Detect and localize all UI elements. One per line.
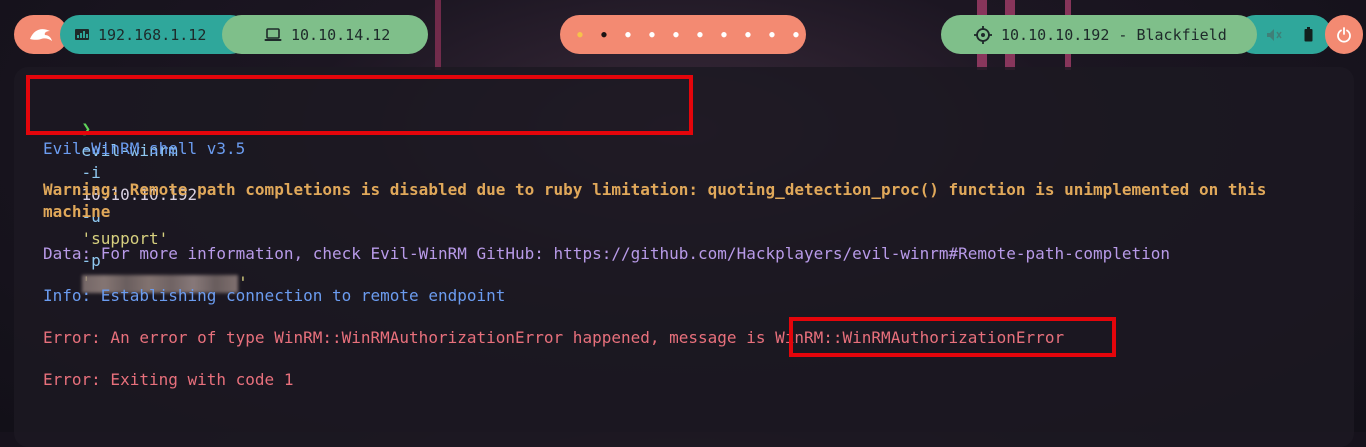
exit-error-line: Error: Exiting with code 1 [43,370,294,389]
local-ip-label: 192.168.1.12 [98,25,207,44]
workspace-dot[interactable]: ● [640,30,664,40]
warning-line: Warning: Remote path completions is disa… [43,180,1267,199]
data-line: Data: For more information, check Evil-W… [43,244,1171,263]
workspace-dot[interactable]: ● [568,30,592,40]
laptop-icon [264,27,282,42]
workspace-dot[interactable]: ● [664,30,688,40]
command-highlight-box [26,75,693,135]
wallpaper-neon-streak [435,0,441,70]
workspace-indicator-list: ● ● ● ● ● ● ● ● ● ● [568,30,808,40]
battery-icon[interactable] [1304,27,1313,42]
power-button[interactable] [1325,15,1363,54]
workspace-dot[interactable]: ● [736,30,760,40]
error-highlight-box [789,317,1116,357]
workspace-dot[interactable]: ● [592,30,616,40]
warning-line-cont: machine [43,202,111,221]
kali-dragon-icon [28,25,54,45]
version-line: Evil-WinRM shell v3.5 [43,139,246,158]
crosshair-icon [974,25,992,44]
workspace-dot[interactable]: ● [784,30,808,40]
target-widget[interactable]: 10.10.10.192 - Blackfield [941,15,1257,54]
workspace-dot[interactable]: ● [760,30,784,40]
volume-mute-icon[interactable] [1266,28,1282,42]
target-label: 10.10.10.192 - Blackfield [1001,25,1227,44]
terminal-window[interactable]: ❯ evil-winrm -i 10.10.10.192 -u 'support… [14,67,1354,447]
workspaces-widget[interactable]: ● ● ● ● ● ● ● ● ● ● [560,15,806,54]
workspace-dot[interactable]: ● [616,30,640,40]
workspace-dot[interactable]: ● [712,30,736,40]
workspace-dot[interactable]: ● [688,30,712,40]
network-icon [74,27,90,43]
vpn-ip-label: 10.10.14.12 [291,25,391,44]
power-icon [1336,26,1352,43]
info-line: Info: Establishing connection to remote … [43,286,506,305]
vpn-ip-widget[interactable]: 10.10.14.12 [222,15,428,54]
